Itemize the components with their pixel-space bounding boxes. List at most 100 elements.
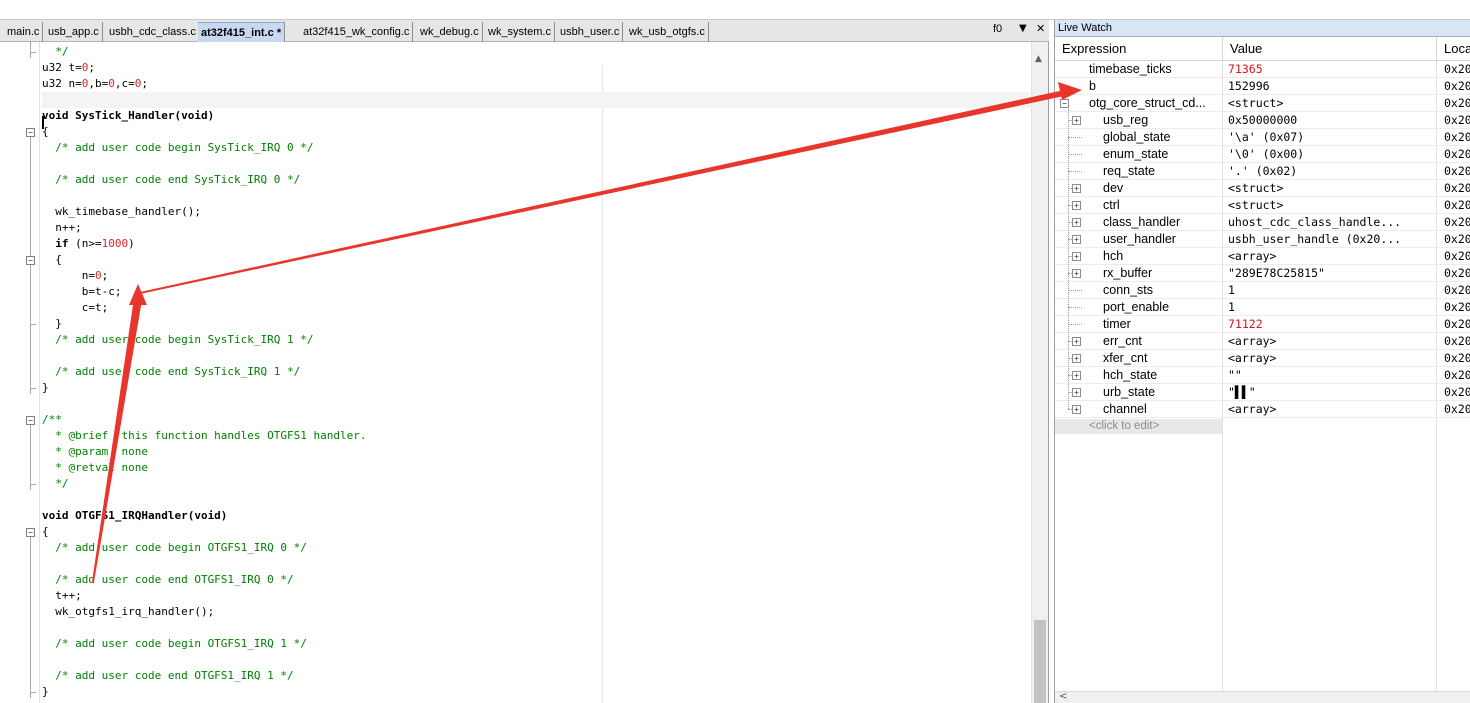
expand-icon[interactable]: +: [1072, 388, 1081, 397]
watch-value[interactable]: <struct>: [1223, 180, 1435, 197]
code-line[interactable]: b=t-c;: [42, 284, 122, 300]
code-line[interactable]: * @brief this function handles OTGFS1 ha…: [42, 428, 366, 444]
watch-value[interactable]: 1: [1223, 282, 1435, 299]
watch-row[interactable]: user_handler usbh_user_handle (0x20... 0x2…: [1055, 231, 1470, 248]
expand-icon[interactable]: +: [1072, 269, 1081, 278]
expand-icon[interactable]: +: [1072, 337, 1081, 346]
code-line[interactable]: {: [42, 252, 62, 268]
watch-value[interactable]: 1: [1223, 299, 1435, 316]
code-line[interactable]: t++;: [42, 588, 82, 604]
scroll-left-arrow-icon[interactable]: <: [1059, 691, 1067, 702]
watch-expression[interactable]: timebase_ticks: [1055, 61, 1222, 78]
code-line[interactable]: if (n>=1000): [42, 236, 135, 252]
expand-icon[interactable]: +: [1072, 218, 1081, 227]
scroll-thumb[interactable]: [1034, 620, 1046, 703]
watch-row[interactable]: urb_state "▌▌" 0x20 +: [1055, 384, 1470, 401]
expand-icon[interactable]: +: [1072, 201, 1081, 210]
watch-value[interactable]: '\0' (0x00): [1223, 146, 1435, 163]
expand-icon[interactable]: +: [1072, 405, 1081, 414]
tab-at32f415-wk-config-c[interactable]: at32f415_wk_config.c: [300, 22, 414, 42]
watch-row[interactable]: req_state '.' (0x02) 0x20: [1055, 163, 1470, 180]
code-line[interactable]: [42, 92, 1030, 108]
code-line[interactable]: n++;: [42, 220, 82, 236]
watch-row[interactable]: timebase_ticks 71365 0x20: [1055, 61, 1470, 78]
code-line[interactable]: void SysTick_Handler(void): [42, 108, 214, 124]
watch-row[interactable]: b 152996 0x20: [1055, 78, 1470, 95]
watch-row[interactable]: ctrl <struct> 0x20 +: [1055, 197, 1470, 214]
watch-value[interactable]: 71122: [1223, 316, 1435, 333]
code-line[interactable]: {: [42, 524, 49, 540]
code-line[interactable]: }: [42, 316, 62, 332]
watch-value[interactable]: "▌▌": [1223, 384, 1435, 401]
fold-toggle-icon[interactable]: −: [26, 528, 35, 537]
watch-row[interactable]: class_handler uhost_cdc_class_handle... 0x…: [1055, 214, 1470, 231]
tab-wk-usb-otgfs-c[interactable]: wk_usb_otgfs.c: [626, 22, 709, 42]
column-header-value[interactable]: Value: [1223, 37, 1437, 61]
close-tab-icon[interactable]: ✕: [1036, 22, 1045, 35]
watch-value[interactable]: <array>: [1223, 248, 1435, 265]
watch-row[interactable]: enum_state '\0' (0x00) 0x20: [1055, 146, 1470, 163]
code-line[interactable]: /* add user code begin SysTick_IRQ 0 */: [42, 140, 313, 156]
code-line[interactable]: /* add user code end SysTick_IRQ 0 */: [42, 172, 300, 188]
code-line[interactable]: u32 n=0,b=0,c=0;: [42, 76, 148, 92]
code-line[interactable]: /**: [42, 412, 62, 428]
watch-row[interactable]: otg_core_struct_cd... <struct> 0x20 −: [1055, 95, 1470, 112]
editor-vertical-scrollbar[interactable]: ▲: [1031, 42, 1048, 703]
watch-row[interactable]: dev <struct> 0x20 +: [1055, 180, 1470, 197]
code-line[interactable]: wk_timebase_handler();: [42, 204, 201, 220]
tab-wk-system-c[interactable]: wk_system.c: [485, 22, 555, 42]
code-line[interactable]: n=0;: [42, 268, 109, 284]
watch-row[interactable]: conn_sts 1 0x20: [1055, 282, 1470, 299]
expand-icon[interactable]: +: [1072, 116, 1081, 125]
add-watch-placeholder[interactable]: <click to edit>: [1055, 419, 1222, 434]
collapse-icon[interactable]: −: [1060, 99, 1069, 108]
watch-row[interactable]: channel <array> 0x20 +: [1055, 401, 1470, 418]
tab-wk-debug-c[interactable]: wk_debug.c: [417, 22, 483, 42]
code-line[interactable]: c=t;: [42, 300, 109, 316]
watch-row[interactable]: hch_state "" 0x20 +: [1055, 367, 1470, 384]
code-line[interactable]: /* add user code begin SysTick_IRQ 1 */: [42, 332, 313, 348]
watch-value[interactable]: usbh_user_handle (0x20...: [1223, 231, 1435, 248]
watch-value[interactable]: <array>: [1223, 333, 1435, 350]
watch-row[interactable]: port_enable 1 0x20: [1055, 299, 1470, 316]
fold-toggle-icon[interactable]: −: [26, 256, 35, 265]
tab-usb-app-c[interactable]: usb_app.c: [45, 22, 103, 42]
code-area[interactable]: */u32 t=0; u32 n=0,b=0,c=0; void SysTick_H…: [42, 42, 1030, 703]
tab-usbh-cdc-class-c[interactable]: usbh_cdc_class.c: [106, 22, 200, 42]
fold-toggle-icon[interactable]: −: [26, 128, 35, 137]
code-line[interactable]: void OTGFS1_IRQHandler(void): [42, 508, 227, 524]
code-line[interactable]: /* add user code end OTGFS1_IRQ 0 */: [42, 572, 293, 588]
scroll-up-arrow-icon[interactable]: ▲: [1035, 54, 1042, 64]
code-line[interactable]: */: [42, 44, 68, 60]
code-line[interactable]: wk_otgfs1_irq_handler();: [42, 604, 214, 620]
expand-icon[interactable]: +: [1072, 354, 1081, 363]
fold-toggle-icon[interactable]: −: [26, 416, 35, 425]
code-line[interactable]: }: [42, 380, 49, 396]
expand-icon[interactable]: +: [1072, 235, 1081, 244]
tab-main-c[interactable]: main.c: [4, 22, 44, 42]
code-line[interactable]: * @retval none: [42, 460, 148, 476]
watch-value[interactable]: 152996: [1223, 78, 1435, 95]
code-line[interactable]: /* add user code end OTGFS1_IRQ 1 */: [42, 668, 293, 684]
watch-value[interactable]: <struct>: [1223, 95, 1435, 112]
tab-usbh-user-c[interactable]: usbh_user.c: [557, 22, 624, 42]
column-header-location[interactable]: Location: [1437, 37, 1470, 61]
watch-value[interactable]: <array>: [1223, 350, 1435, 367]
watch-row[interactable]: usb_reg 0x50000000 0x20 +: [1055, 112, 1470, 129]
expand-icon[interactable]: +: [1072, 371, 1081, 380]
code-line[interactable]: /* add user code begin OTGFS1_IRQ 1 */: [42, 636, 307, 652]
code-line[interactable]: }: [42, 684, 49, 700]
watch-row[interactable]: rx_buffer "289E78C25815" 0x20 +: [1055, 265, 1470, 282]
expand-icon[interactable]: +: [1072, 184, 1081, 193]
tab-at32f415-int-c[interactable]: at32f415_int.c *: [198, 22, 286, 42]
expand-icon[interactable]: +: [1072, 252, 1081, 261]
watch-value[interactable]: uhost_cdc_class_handle...: [1223, 214, 1435, 231]
watch-row[interactable]: timer 71122 0x20: [1055, 316, 1470, 333]
watch-expression[interactable]: b: [1055, 78, 1222, 95]
watch-row[interactable]: xfer_cnt <array> 0x20 +: [1055, 350, 1470, 367]
watch-row[interactable]: err_cnt <array> 0x20 +: [1055, 333, 1470, 350]
watch-value[interactable]: 0x50000000: [1223, 112, 1435, 129]
code-line[interactable]: /* add user code end SysTick_IRQ 1 */: [42, 364, 300, 380]
watch-value[interactable]: "289E78C25815": [1223, 265, 1435, 282]
watch-horizontal-scrollbar[interactable]: <: [1055, 691, 1470, 703]
